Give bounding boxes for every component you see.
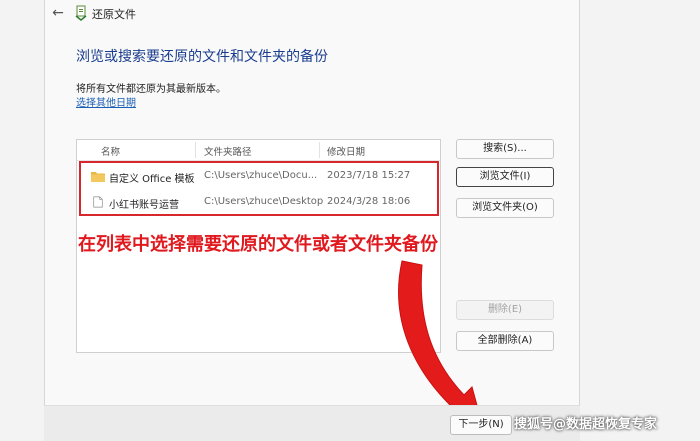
list-header: 名称 文件夹路径 修改日期 (77, 140, 440, 161)
source-watermark: 搜狐号@数据超恢复专家 (514, 417, 658, 432)
back-arrow-icon[interactable]: ← (50, 5, 66, 21)
browse-folders-button[interactable]: 浏览文件夹(O) (456, 198, 554, 218)
page: ← 还原文件 浏览或搜索要还原的文件和文件夹的备份 将所有文件都还原为其最新版本… (0, 0, 700, 441)
selection-highlight-box (79, 161, 439, 216)
window-title: 还原文件 (92, 8, 136, 21)
file-history-icon (75, 5, 87, 21)
column-separator (195, 142, 196, 158)
description-text: 将所有文件都还原为其最新版本。 (76, 84, 226, 95)
column-header-date[interactable]: 修改日期 (327, 144, 365, 158)
next-button[interactable]: 下一步(N) (450, 415, 512, 435)
instruction-annotation: 在列表中选择需要还原的文件或者文件夹备份 (78, 234, 438, 255)
column-header-name[interactable]: 名称 (101, 144, 120, 158)
search-button[interactable]: 搜索(S)... (456, 139, 554, 159)
choose-other-date-link[interactable]: 选择其他日期 (76, 94, 136, 109)
page-heading: 浏览或搜索要还原的文件和文件夹的备份 (76, 49, 328, 65)
column-separator (319, 142, 320, 158)
column-header-path[interactable]: 文件夹路径 (204, 144, 252, 158)
browse-files-button[interactable]: 浏览文件(I) (456, 167, 554, 187)
